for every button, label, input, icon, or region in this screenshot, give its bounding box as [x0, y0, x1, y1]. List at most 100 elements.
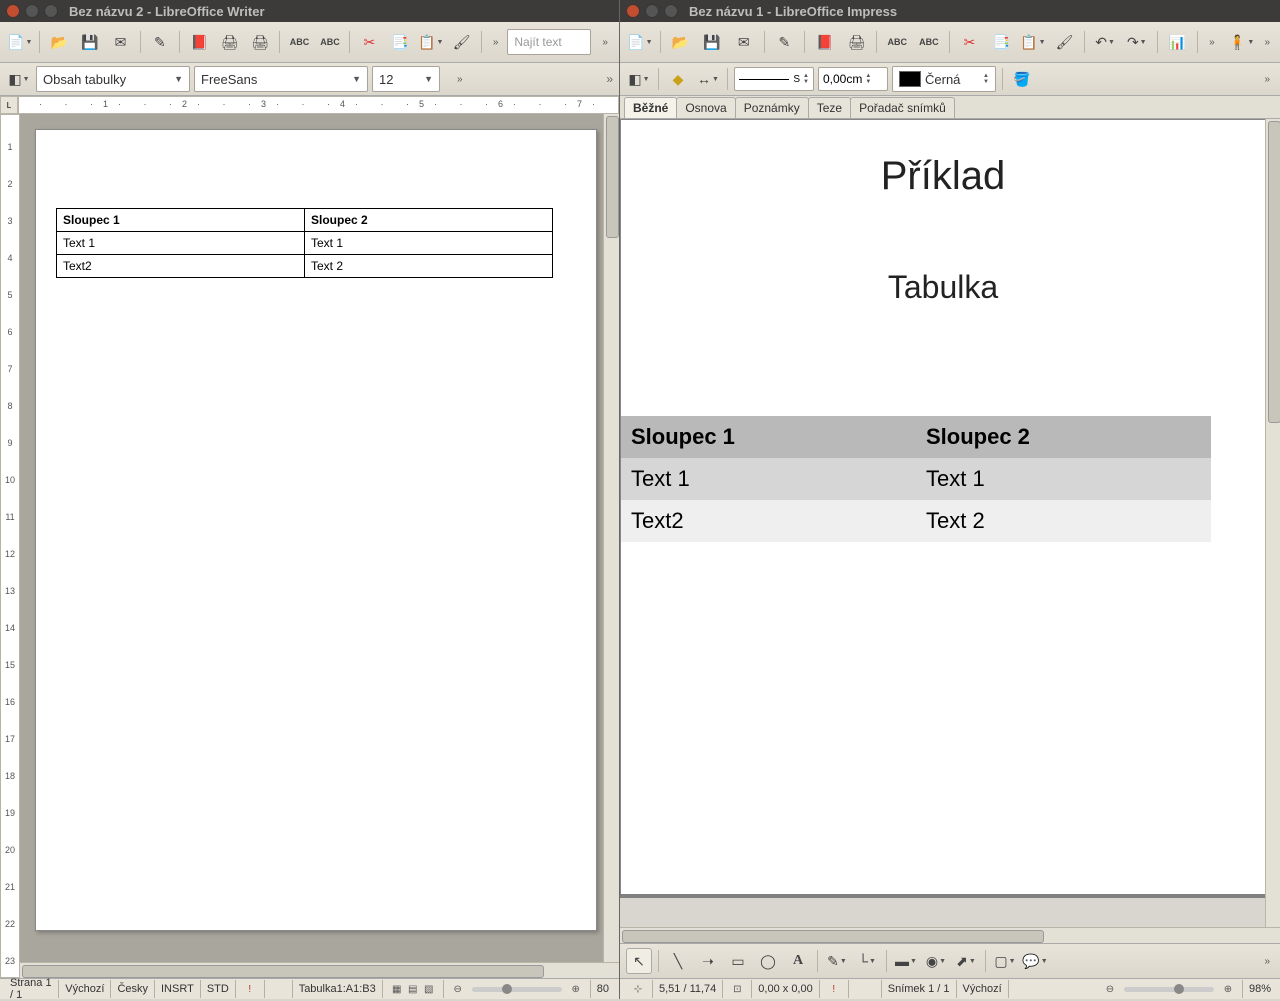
status-insert-mode[interactable]: INSRT: [155, 980, 201, 998]
line-width-field[interactable]: 0,00cm ▲▼: [818, 67, 888, 91]
slide-table-header[interactable]: Sloupec 2: [916, 416, 1211, 458]
tab-normal[interactable]: Běžné: [624, 97, 677, 118]
slide-table[interactable]: Sloupec 1 Sloupec 2 Text 1 Text 1 Text2 …: [621, 416, 1211, 542]
slide-table-header[interactable]: Sloupec 1: [621, 416, 916, 458]
close-window-button[interactable]: [6, 4, 20, 18]
text-tool-button[interactable]: A: [785, 948, 811, 974]
cut-button[interactable]: ✂: [956, 27, 984, 57]
ruler-corner[interactable]: L: [0, 96, 18, 114]
slide-table-cell[interactable]: Text 1: [621, 458, 916, 500]
toolbar-overflow-button[interactable]: »: [488, 32, 504, 53]
slide-table-cell[interactable]: Text 2: [916, 500, 1211, 542]
status-zoom-percent[interactable]: 98%: [1243, 980, 1277, 998]
status-size[interactable]: 0,00 x 0,00: [752, 980, 819, 998]
status-position[interactable]: 5,51 / 11,74: [653, 980, 723, 998]
paste-button[interactable]: 📋▼: [417, 27, 444, 57]
writer-document-area[interactable]: Sloupec 1 Sloupec 2 Text 1 Text 1 Text2 …: [20, 114, 619, 978]
find-toolbar-input[interactable]: Najít text: [507, 29, 591, 55]
tab-slide-sorter[interactable]: Pořadač snímků: [850, 97, 955, 118]
notes-splitter[interactable]: [620, 894, 1266, 928]
status-signature[interactable]: [849, 980, 882, 998]
basic-shapes-button[interactable]: ▬▼: [893, 948, 919, 974]
status-cell-ref[interactable]: Tabulka1:A1:B3: [293, 980, 383, 998]
slide-canvas[interactable]: Příklad Tabulka Sloupec 1 Sloupec 2 Text…: [620, 119, 1266, 899]
print-preview-button[interactable]: 🖨: [247, 27, 273, 57]
maximize-window-button[interactable]: [44, 4, 58, 18]
line-tool-button[interactable]: ╲: [665, 948, 691, 974]
slide-title-text[interactable]: Příklad: [621, 154, 1265, 199]
export-pdf-button[interactable]: 📕: [186, 27, 212, 57]
status-view-layout[interactable]: ▦▤▧: [383, 980, 444, 998]
autospell-abc-button[interactable]: ABC: [915, 27, 943, 57]
line-color-combo[interactable]: Černá ▲▼: [892, 66, 996, 92]
vertical-scrollbar[interactable]: [603, 114, 619, 978]
table-cell[interactable]: Text 1: [57, 232, 305, 255]
impress-horizontal-scrollbar[interactable]: [620, 927, 1280, 943]
table-cell[interactable]: Text 1: [305, 232, 553, 255]
status-selection-mode[interactable]: STD: [201, 980, 236, 998]
callouts-button[interactable]: 💬▼: [1022, 948, 1048, 974]
vertical-ruler[interactable]: 12345678 910111213141516 171819202122232…: [0, 114, 20, 978]
select-tool-button[interactable]: ↖: [626, 948, 652, 974]
open-button[interactable]: 📂: [667, 27, 695, 57]
copy-button[interactable]: 📑: [987, 27, 1015, 57]
format-paintbrush-button[interactable]: 🖌: [448, 27, 474, 57]
block-arrows-button[interactable]: ⬈▼: [953, 948, 979, 974]
spelling-abc-button[interactable]: ABC: [286, 27, 312, 57]
connector-tool-button[interactable]: └▼: [854, 948, 880, 974]
curve-tool-button[interactable]: ✎▼: [824, 948, 850, 974]
format-paintbrush-button[interactable]: 🖌: [1051, 27, 1079, 57]
slide-layout-button[interactable]: ◧▼: [626, 66, 652, 92]
status-page-style[interactable]: Výchozí: [957, 980, 1009, 998]
maximize-window-button[interactable]: [664, 4, 678, 18]
status-zoom-slider[interactable]: ⊖ ⊕: [1009, 980, 1243, 998]
edit-button[interactable]: ✎: [771, 27, 799, 57]
flowchart-shapes-button[interactable]: ▢▼: [992, 948, 1018, 974]
status-zoom-percent[interactable]: 80: [591, 980, 615, 998]
presentation-overflow-button[interactable]: »: [1259, 32, 1275, 53]
status-zoom-slider[interactable]: ⊖ ⊕: [444, 980, 591, 998]
tab-notes[interactable]: Poznámky: [735, 97, 809, 118]
paragraph-style-combo[interactable]: Obsah tabulky▼: [36, 66, 190, 92]
status-modified-icon[interactable]: !: [236, 980, 265, 998]
table-header[interactable]: Sloupec 1: [57, 209, 305, 232]
close-window-button[interactable]: [626, 4, 640, 18]
edit-button[interactable]: ✎: [147, 27, 173, 57]
slide-design-button[interactable]: 🧍▼: [1228, 27, 1256, 57]
slide-subtitle-text[interactable]: Tabulka: [621, 269, 1265, 306]
email-button[interactable]: ✉: [730, 27, 758, 57]
arrow-style-start-button[interactable]: ◆: [665, 66, 691, 92]
chart-button[interactable]: 📊: [1164, 27, 1192, 57]
status-slide-number[interactable]: Snímek 1 / 1: [882, 980, 957, 998]
table-toolbar-overflow[interactable]: »: [606, 72, 613, 86]
writer-page[interactable]: Sloupec 1 Sloupec 2 Text 1 Text 1 Text2 …: [35, 129, 597, 931]
open-button[interactable]: 📂: [46, 27, 72, 57]
horizontal-ruler[interactable]: · · ·1· · ·2· · ·3· · ·4· · ·5· · ·6· · …: [18, 96, 619, 114]
rectangle-tool-button[interactable]: ▭: [725, 948, 751, 974]
formatting-overflow-button[interactable]: »: [452, 69, 468, 90]
toolbar-overflow-button[interactable]: »: [1204, 32, 1220, 53]
minimize-window-button[interactable]: [645, 4, 659, 18]
status-signature[interactable]: [265, 980, 293, 998]
status-page[interactable]: Strana 1 / 1: [4, 980, 59, 998]
arrow-tool-button[interactable]: ➝: [695, 948, 721, 974]
copy-button[interactable]: 📑: [387, 27, 413, 57]
export-pdf-button[interactable]: 📕: [811, 27, 839, 57]
horizontal-scrollbar[interactable]: [20, 962, 619, 978]
impress-vertical-scrollbar[interactable]: [1265, 119, 1280, 943]
slide-table-cell[interactable]: Text 1: [916, 458, 1211, 500]
font-size-combo[interactable]: 12▼: [372, 66, 440, 92]
print-button[interactable]: 🖨: [216, 27, 242, 57]
ellipse-tool-button[interactable]: ◯: [755, 948, 781, 974]
email-button[interactable]: ✉: [107, 27, 133, 57]
tab-outline[interactable]: Osnova: [676, 97, 735, 118]
cut-button[interactable]: ✂: [356, 27, 382, 57]
status-language[interactable]: Česky: [111, 980, 155, 998]
paste-button[interactable]: 📋▼: [1019, 27, 1047, 57]
autospell-abc-button[interactable]: ABC: [317, 27, 343, 57]
writer-table[interactable]: Sloupec 1 Sloupec 2 Text 1 Text 1 Text2 …: [56, 208, 553, 278]
table-cell[interactable]: Text2: [57, 255, 305, 278]
new-document-button[interactable]: 📄▼: [626, 27, 654, 57]
status-page-style[interactable]: Výchozí: [59, 980, 111, 998]
status-modified-icon[interactable]: !: [820, 980, 849, 998]
